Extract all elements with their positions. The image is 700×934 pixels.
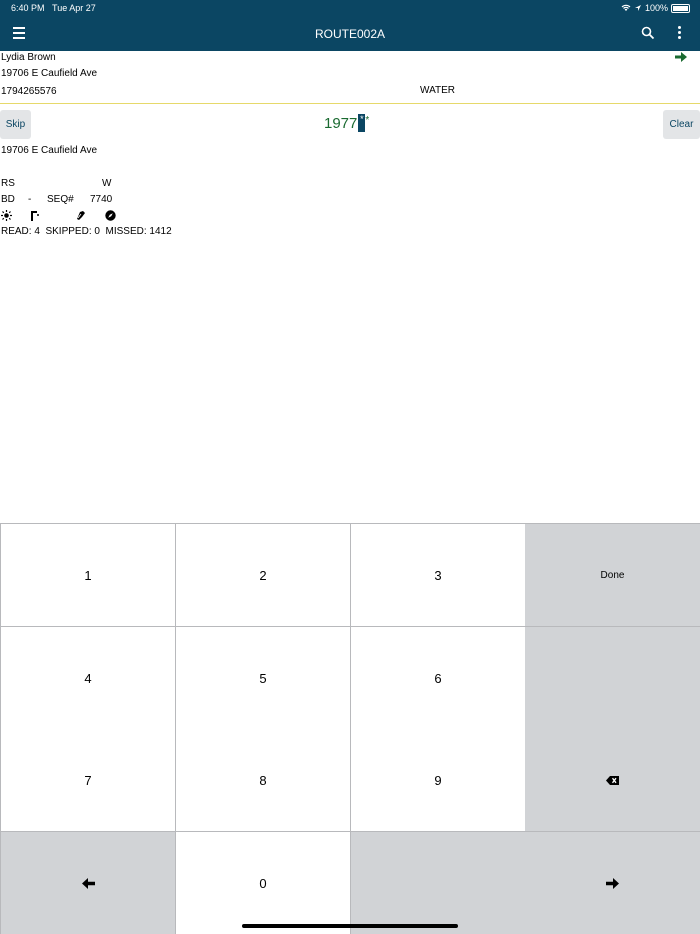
bd-label: BD <box>1 194 15 205</box>
previous-key[interactable] <box>1 832 175 934</box>
service-type: WATER <box>420 85 455 96</box>
divider <box>0 103 700 104</box>
customer-name: Lydia Brown <box>1 52 56 63</box>
skipped-count: 0 <box>94 226 100 237</box>
wifi-icon <box>621 4 631 11</box>
bd-value: - <box>28 194 32 205</box>
dog-icon <box>75 208 86 226</box>
skip-button[interactable]: Skip <box>0 110 31 139</box>
key-4[interactable]: 4 <box>1 627 175 729</box>
page-title: ROUTE002A <box>314 27 386 41</box>
search-icon[interactable] <box>641 26 655 40</box>
seq-value: 7740 <box>90 194 113 205</box>
reading-cursor: * <box>358 114 366 132</box>
meter-address: 19706 E Caufield Ave <box>1 145 98 156</box>
read-count: 4 <box>34 226 40 237</box>
service-code: W <box>102 178 112 189</box>
missed-count: 1412 <box>149 226 172 237</box>
reading-suffix: * <box>365 114 370 126</box>
status-right: 100% <box>621 3 690 13</box>
arrow-right-icon <box>606 877 619 889</box>
key-0[interactable]: 0 <box>176 832 350 934</box>
blank-key <box>351 832 525 934</box>
clear-button[interactable]: Clear <box>663 110 700 139</box>
next-key[interactable] <box>525 832 700 934</box>
home-indicator[interactable] <box>242 924 458 928</box>
key-2[interactable]: 2 <box>176 524 350 626</box>
route-stats: READ: 4 SKIPPED: 0 MISSED: 1412 <box>1 226 172 237</box>
location-icon <box>634 5 641 11</box>
empty-key <box>525 627 700 729</box>
key-1[interactable]: 1 <box>1 524 175 626</box>
compass-icon <box>105 208 116 226</box>
next-customer-arrow-icon[interactable] <box>675 52 687 62</box>
key-icon <box>30 208 41 226</box>
key-6[interactable]: 6 <box>351 627 525 729</box>
numeric-keypad: 1 2 3 Done 4 5 6 7 8 9 0 <box>0 523 700 934</box>
status-bar: 6:40 PM Tue Apr 27 100% <box>0 0 700 17</box>
seq-label: SEQ# <box>47 194 74 205</box>
key-8[interactable]: 8 <box>176 729 350 831</box>
sun-icon <box>1 208 12 226</box>
battery-percent: 100% <box>644 3 668 13</box>
customer-address: 19706 E Caufield Ave <box>1 68 98 79</box>
reading-value: 1977 <box>324 114 358 132</box>
status-time: 6:40 PM Tue Apr 27 <box>11 3 96 13</box>
key-9[interactable]: 9 <box>351 729 525 831</box>
meter-icons-row <box>0 208 130 222</box>
key-5[interactable]: 5 <box>176 627 350 729</box>
backspace-key[interactable] <box>525 729 700 831</box>
done-key[interactable]: Done <box>525 524 700 626</box>
battery-icon <box>671 3 690 13</box>
nav-bar: ROUTE002A <box>0 17 700 51</box>
key-7[interactable]: 7 <box>1 729 175 831</box>
reading-display[interactable]: 1977 * * <box>324 114 369 132</box>
account-number: 1794265576 <box>1 86 57 97</box>
rs-label: RS <box>1 178 15 189</box>
backspace-icon <box>606 775 619 785</box>
kebab-icon[interactable] <box>678 26 682 41</box>
key-3[interactable]: 3 <box>351 524 525 626</box>
arrow-left-icon <box>81 877 95 889</box>
